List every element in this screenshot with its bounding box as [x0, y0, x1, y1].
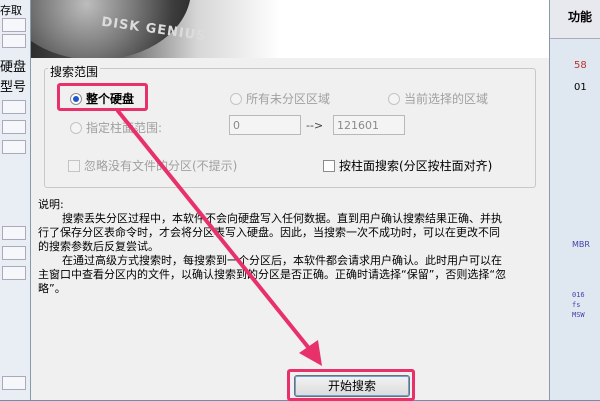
arrow-shaft — [116, 109, 314, 354]
arrow-head — [299, 340, 322, 366]
tutorial-arrow — [116, 109, 322, 366]
